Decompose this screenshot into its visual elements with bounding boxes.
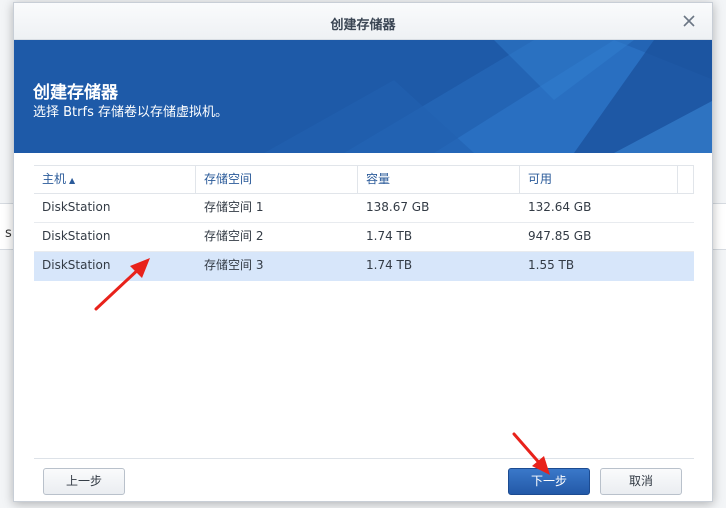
cell-available: 132.64 GB xyxy=(528,200,592,214)
column-header-spacer xyxy=(678,166,694,193)
footer-divider xyxy=(34,458,694,459)
table-row-selected[interactable]: DiskStation 存储空间 3 1.74 TB 1.55 TB xyxy=(34,252,694,281)
cell-capacity: 138.67 GB xyxy=(366,200,430,214)
close-icon xyxy=(683,15,695,27)
window-title: 创建存储器 xyxy=(330,18,396,33)
cell-host: DiskStation xyxy=(42,229,111,243)
table-row[interactable]: DiskStation 存储空间 1 138.67 GB 132.64 GB xyxy=(34,194,694,223)
cell-space: 存储空间 3 xyxy=(204,258,264,272)
column-header-capacity[interactable]: 容量 xyxy=(358,166,520,193)
table-row[interactable]: DiskStation 存储空间 2 1.74 TB 947.85 GB xyxy=(34,223,694,252)
cell-space: 存储空间 1 xyxy=(204,200,264,214)
banner-subtitle: 选择 Btrfs 存储卷以存储虚拟机。 xyxy=(33,105,228,120)
cell-available: 947.85 GB xyxy=(528,229,592,243)
sort-ascending-icon: ▲ xyxy=(69,176,76,185)
banner-decoration xyxy=(14,40,712,153)
background-text: s xyxy=(5,226,12,241)
column-header-host[interactable]: 主机 ▲ xyxy=(34,166,196,193)
close-button[interactable] xyxy=(680,12,698,30)
cell-host: DiskStation xyxy=(42,258,111,272)
column-header-available[interactable]: 可用 xyxy=(520,166,678,193)
cell-capacity: 1.74 TB xyxy=(366,258,413,272)
dialog-titlebar: 创建存储器 xyxy=(14,3,712,40)
wizard-banner: 创建存储器 选择 Btrfs 存储卷以存储虚拟机。 xyxy=(14,40,712,153)
cell-capacity: 1.74 TB xyxy=(366,229,413,243)
cell-host: DiskStation xyxy=(42,200,111,214)
cancel-button[interactable]: 取消 xyxy=(600,468,682,495)
table-header: 主机 ▲ 存储空间 容量 可用 xyxy=(34,166,694,194)
previous-button[interactable]: 上一步 xyxy=(43,468,125,495)
create-storage-dialog: 创建存储器 创建存储器 选择 Btrfs 存储卷以存储虚拟机。 主机 ▲ 存储空间… xyxy=(13,2,713,502)
storage-table: 主机 ▲ 存储空间 容量 可用 DiskStation 存储空间 1 138.67… xyxy=(34,165,694,281)
cell-available: 1.55 TB xyxy=(528,258,575,272)
next-button[interactable]: 下一步 xyxy=(508,468,590,495)
cell-space: 存储空间 2 xyxy=(204,229,264,243)
banner-title: 创建存储器 xyxy=(33,83,118,103)
column-header-space[interactable]: 存储空间 xyxy=(196,166,358,193)
